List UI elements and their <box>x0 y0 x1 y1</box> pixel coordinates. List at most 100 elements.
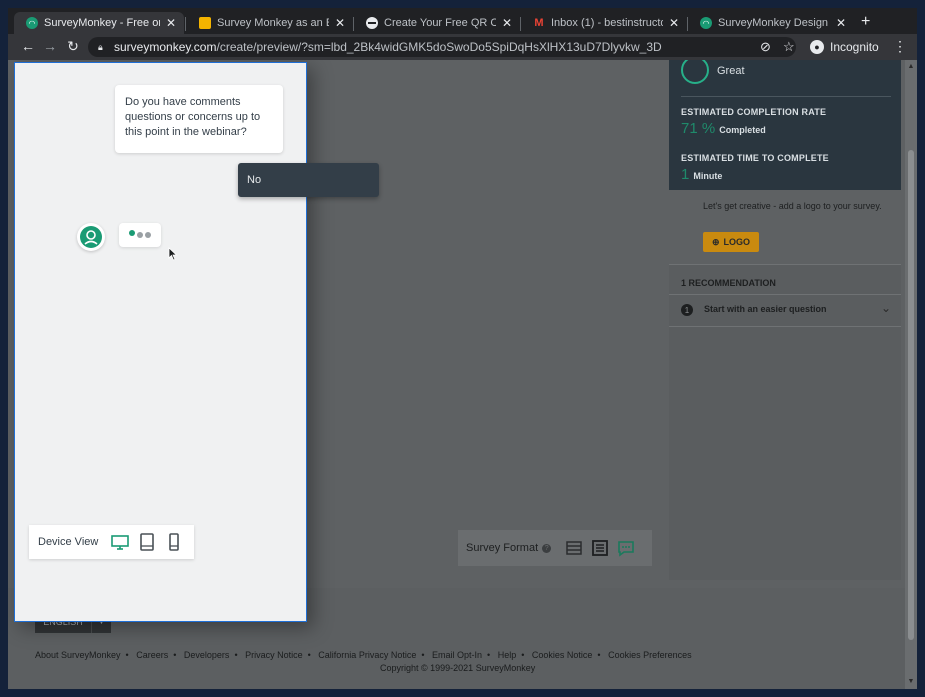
desktop-icon[interactable] <box>110 532 130 552</box>
survey-preview-frame: Do you have comments questions or concer… <box>14 62 379 622</box>
new-tab-button[interactable]: + <box>861 13 870 31</box>
footer-link-about[interactable]: About SurveyMonkey <box>35 650 121 660</box>
footer-links: About SurveyMonkey • Careers • Developers •… <box>35 650 692 660</box>
footer-link-email-opt-in[interactable]: Email Opt-In <box>432 650 482 660</box>
rating-ring-icon <box>681 60 709 84</box>
gmail-icon: M <box>534 17 544 29</box>
footer-link-privacy[interactable]: Privacy Notice <box>245 650 303 660</box>
survey-format-label: Survey Format <box>466 542 539 554</box>
reload-icon[interactable]: ↻ <box>64 38 82 55</box>
url-path: /create/preview/?sm=lbd_2Bk4widGMK5doSwo… <box>216 40 662 54</box>
estimates-card: Great ESTIMATED COMPLETION RATE 71 % Com… <box>669 60 901 190</box>
address-bar[interactable]: 🔒︎ surveymonkey.com/create/preview/?sm=l… <box>88 37 796 57</box>
typing-indicator <box>119 223 161 247</box>
surveymonkey-icon: ◠ <box>26 17 38 29</box>
browser-toolbar: ← → ↻ 🔒︎ surveymonkey.com/create/preview… <box>8 34 917 60</box>
divider <box>681 96 891 97</box>
tab-surveymonkey-design[interactable]: ◠ SurveyMonkey Design : Ev ✕ <box>688 12 854 34</box>
time-to-complete: 1 Minute <box>681 166 722 183</box>
time-to-complete-value: 1 <box>681 166 690 183</box>
device-view-switcher: Device View <box>29 525 194 559</box>
star-icon[interactable]: ☆ <box>783 39 795 55</box>
conversation-format-icon[interactable] <box>616 538 636 558</box>
tab-separator <box>185 17 186 31</box>
surveymonkey-icon <box>80 226 102 248</box>
survey-insights-panel: Great ESTIMATED COMPLETION RATE 71 % Com… <box>669 60 901 580</box>
url-host: surveymonkey.com <box>114 40 217 54</box>
close-icon[interactable]: ✕ <box>166 16 176 30</box>
typing-dot <box>137 232 143 238</box>
list-format-icon[interactable] <box>590 538 610 558</box>
logo-button-label: LOGO <box>723 237 751 247</box>
phone-icon[interactable] <box>164 532 184 552</box>
time-to-complete-suffix: Minute <box>693 171 723 181</box>
back-arrow-icon[interactable]: ← <box>19 38 37 54</box>
incognito-icon: ● <box>810 40 824 54</box>
close-icon[interactable]: ✕ <box>836 16 846 30</box>
tab-title: SurveyMonkey - Free onlin <box>44 17 160 29</box>
browser-window: ◠ SurveyMonkey - Free onlin ✕ Survey Mon… <box>8 8 917 689</box>
lock-icon: 🔒︎ <box>98 42 103 52</box>
rating-label: Great <box>717 65 745 77</box>
chevron-down-icon[interactable]: ⌄ <box>881 301 891 315</box>
bot-avatar <box>77 223 105 251</box>
divider <box>669 294 901 295</box>
close-icon[interactable]: ✕ <box>335 16 345 30</box>
copyright: Copyright © 1999-2021 SurveyMonkey <box>380 663 536 673</box>
slides-icon <box>199 17 211 29</box>
tab-title: Survey Monkey as an Evalu <box>217 17 329 29</box>
tab-inbox[interactable]: M Inbox (1) - bestinstructorh ✕ <box>521 12 687 34</box>
logo-suggestion: Let's get creative - add a logo to your … <box>669 190 901 264</box>
tab-title: Create Your Free QR Code <box>384 17 496 29</box>
help-icon[interactable]: ? <box>542 543 552 553</box>
question-bubble: Do you have comments questions or concer… <box>115 85 283 153</box>
page-content: Great ESTIMATED COMPLETION RATE 71 % Com… <box>8 60 917 689</box>
completion-rate-suffix: Completed <box>719 125 766 135</box>
footer-link-careers[interactable]: Careers <box>136 650 168 660</box>
incognito-indicator[interactable]: ● Incognito <box>804 37 887 57</box>
page-scrollbar[interactable]: ▲ ▼ <box>905 60 917 689</box>
mouse-cursor-icon <box>168 247 178 261</box>
recommendation-number: 1 <box>681 304 693 316</box>
answer-bubble[interactable]: No <box>238 163 379 197</box>
typing-dot <box>129 230 135 236</box>
scrollbar-thumb[interactable] <box>908 150 914 640</box>
surveymonkey-icon: ◠ <box>700 17 712 29</box>
tab-strip: ◠ SurveyMonkey - Free onlin ✕ Survey Mon… <box>8 8 917 34</box>
scroll-up-icon[interactable]: ▲ <box>907 63 915 70</box>
tab-title: Inbox (1) - bestinstructorh <box>551 17 663 29</box>
add-logo-button[interactable]: ⊕ LOGO <box>703 232 759 252</box>
footer-link-california-privacy[interactable]: California Privacy Notice <box>318 650 416 660</box>
plus-circle-icon: ⊕ <box>711 236 720 247</box>
scroll-down-icon[interactable]: ▼ <box>907 678 915 685</box>
tablet-icon[interactable] <box>137 532 157 552</box>
completion-rate-label: ESTIMATED COMPLETION RATE <box>681 107 827 117</box>
footer-link-cookies-notice[interactable]: Cookies Notice <box>532 650 593 660</box>
typing-dot <box>145 232 151 238</box>
tab-title: SurveyMonkey Design : Ev <box>718 17 830 29</box>
time-to-complete-label: ESTIMATED TIME TO COMPLETE <box>681 153 829 163</box>
footer-link-developers[interactable]: Developers <box>184 650 230 660</box>
completion-rate-value: 71 % <box>681 120 716 137</box>
incognito-label: Incognito <box>830 40 879 54</box>
completion-rate: 71 % Completed <box>681 120 766 137</box>
qr-icon <box>366 17 378 29</box>
survey-format-switcher: Survey Format ? <box>458 530 652 566</box>
tab-evaluation[interactable]: Survey Monkey as an Evalu ✕ <box>187 12 353 34</box>
footer-link-cookies-preferences[interactable]: Cookies Preferences <box>608 650 692 660</box>
close-icon[interactable]: ✕ <box>669 16 679 30</box>
device-view-label: Device View <box>38 536 99 548</box>
forward-arrow-icon[interactable]: → <box>41 38 59 54</box>
tab-qr-code[interactable]: Create Your Free QR Code ✕ <box>354 12 520 34</box>
cookie-blocked-icon[interactable]: ⊘ <box>760 39 771 55</box>
classic-format-icon[interactable] <box>564 538 584 558</box>
divider <box>669 326 901 327</box>
recommendation-header: 1 RECOMMENDATION <box>681 278 776 288</box>
logo-prompt: Let's get creative - add a logo to your … <box>703 201 882 211</box>
menu-kebab-icon[interactable]: ⋮ <box>893 38 907 55</box>
tab-surveymonkey[interactable]: ◠ SurveyMonkey - Free onlin ✕ <box>14 12 184 34</box>
close-icon[interactable]: ✕ <box>502 16 512 30</box>
recommendation-item[interactable]: 1 Start with an easier question ⌄ <box>669 296 901 326</box>
footer-link-help[interactable]: Help <box>498 650 517 660</box>
recommendation-text: Start with an easier question <box>704 304 827 314</box>
